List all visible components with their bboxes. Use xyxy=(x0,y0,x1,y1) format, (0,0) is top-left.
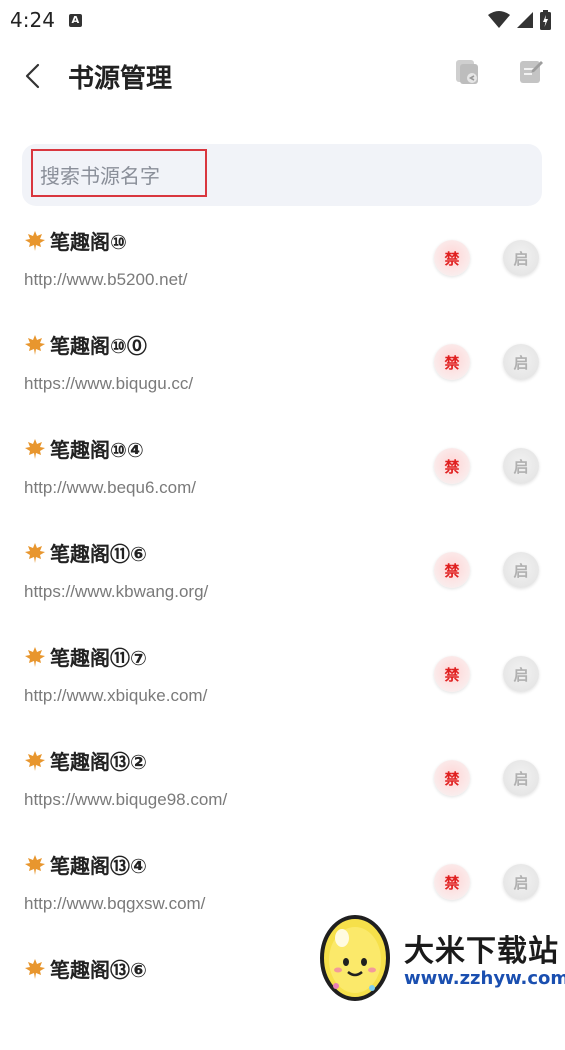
source-name: 笔趣阁⑩④ xyxy=(50,438,144,462)
disable-button[interactable]: 禁 xyxy=(434,656,470,692)
source-url: https://www.biqugu.cc/ xyxy=(24,374,194,393)
list-item[interactable]: 笔趣阁⑬② https://www.biquge98.com/ 禁 启 xyxy=(0,738,565,842)
maple-leaf-icon xyxy=(25,958,45,979)
page-title: 书源管理 xyxy=(68,63,173,94)
source-name: 笔趣阁⑬② xyxy=(50,750,147,774)
app-bar: 书源管理 xyxy=(0,48,565,104)
enable-button[interactable]: 启 xyxy=(503,448,539,484)
source-title: 笔趣阁⑬④ xyxy=(24,850,147,879)
maple-leaf-icon xyxy=(25,230,45,251)
source-name: 笔趣阁⑬⑥ xyxy=(50,958,147,982)
source-url: http://www.xbiquke.com/ xyxy=(24,686,208,705)
search-bar xyxy=(22,144,542,206)
source-name: 笔趣阁⑪⑦ xyxy=(50,646,147,670)
wifi-icon xyxy=(488,11,510,28)
disable-button[interactable]: 禁 xyxy=(434,240,470,276)
source-url: http://www.b5200.net/ xyxy=(24,270,188,289)
list-item[interactable]: 笔趣阁⑩⓪ https://www.biqugu.cc/ 禁 启 xyxy=(0,322,565,426)
source-name: 笔趣阁⑪⑥ xyxy=(50,542,147,566)
source-name: 笔趣阁⑬④ xyxy=(50,854,147,878)
source-url: https://www.kbwang.org/ xyxy=(24,582,209,601)
source-title: 笔趣阁⑪⑦ xyxy=(24,642,147,671)
source-title: 笔趣阁⑬② xyxy=(24,746,147,775)
maple-leaf-icon xyxy=(25,438,45,459)
edit-button[interactable] xyxy=(517,58,545,86)
status-time: 4:24 xyxy=(10,8,55,32)
import-icon xyxy=(456,60,478,84)
enable-button[interactable]: 启 xyxy=(503,344,539,380)
enable-button[interactable]: 启 xyxy=(503,552,539,588)
enable-button[interactable]: 启 xyxy=(503,760,539,796)
back-button[interactable] xyxy=(12,56,52,96)
import-button[interactable] xyxy=(453,58,481,86)
disable-button[interactable]: 禁 xyxy=(434,448,470,484)
list-item[interactable]: 笔趣阁⑩④ http://www.bequ6.com/ 禁 启 xyxy=(0,426,565,530)
source-title: 笔趣阁⑪⑥ xyxy=(24,538,147,567)
edit-icon xyxy=(520,61,543,83)
list-item[interactable]: 笔趣阁⑪⑦ http://www.xbiquke.com/ 禁 启 xyxy=(0,634,565,738)
maple-leaf-icon xyxy=(25,854,45,875)
maple-leaf-icon xyxy=(25,334,45,355)
arrow-back-icon xyxy=(25,63,40,89)
source-url: http://www.bequ6.com/ xyxy=(24,478,196,497)
status-bar: 4:24 A xyxy=(0,0,565,40)
enable-button[interactable]: 启 xyxy=(503,240,539,276)
watermark: 大米下载站 www.zzhyw.com xyxy=(306,906,565,1005)
battery-icon xyxy=(540,10,551,30)
watermark-cn: 大米下载站 xyxy=(404,934,559,969)
maple-leaf-icon xyxy=(25,750,45,771)
notification-icon: A xyxy=(68,13,82,27)
enable-button[interactable]: 启 xyxy=(503,656,539,692)
source-name: 笔趣阁⑩⓪ xyxy=(50,334,147,358)
disable-button[interactable]: 禁 xyxy=(434,760,470,796)
search-input[interactable] xyxy=(38,157,522,195)
list-item[interactable]: 笔趣阁⑪⑥ https://www.kbwang.org/ 禁 启 xyxy=(0,530,565,634)
source-url: http://www.bqgxsw.com/ xyxy=(24,894,206,913)
enable-button[interactable]: 启 xyxy=(503,864,539,900)
disable-button[interactable]: 禁 xyxy=(434,552,470,588)
list-item[interactable]: 笔趣阁⑩ http://www.b5200.net/ 禁 启 xyxy=(0,218,565,322)
source-name: 笔趣阁⑩ xyxy=(50,230,127,254)
maple-leaf-icon xyxy=(25,646,45,667)
maple-leaf-icon xyxy=(25,542,45,563)
source-title: 笔趣阁⑩ xyxy=(24,226,127,255)
disable-button[interactable]: 禁 xyxy=(434,344,470,380)
source-url: https://www.biquge98.com/ xyxy=(24,790,228,809)
egg-mascot-icon xyxy=(320,915,390,1001)
signal-icon xyxy=(517,12,533,28)
source-title: 笔趣阁⑩④ xyxy=(24,434,144,463)
source-title: 笔趣阁⑬⑥ xyxy=(24,954,147,983)
disable-button[interactable]: 禁 xyxy=(434,864,470,900)
source-title: 笔趣阁⑩⓪ xyxy=(24,330,147,359)
watermark-en: www.zzhyw.com xyxy=(404,968,565,989)
